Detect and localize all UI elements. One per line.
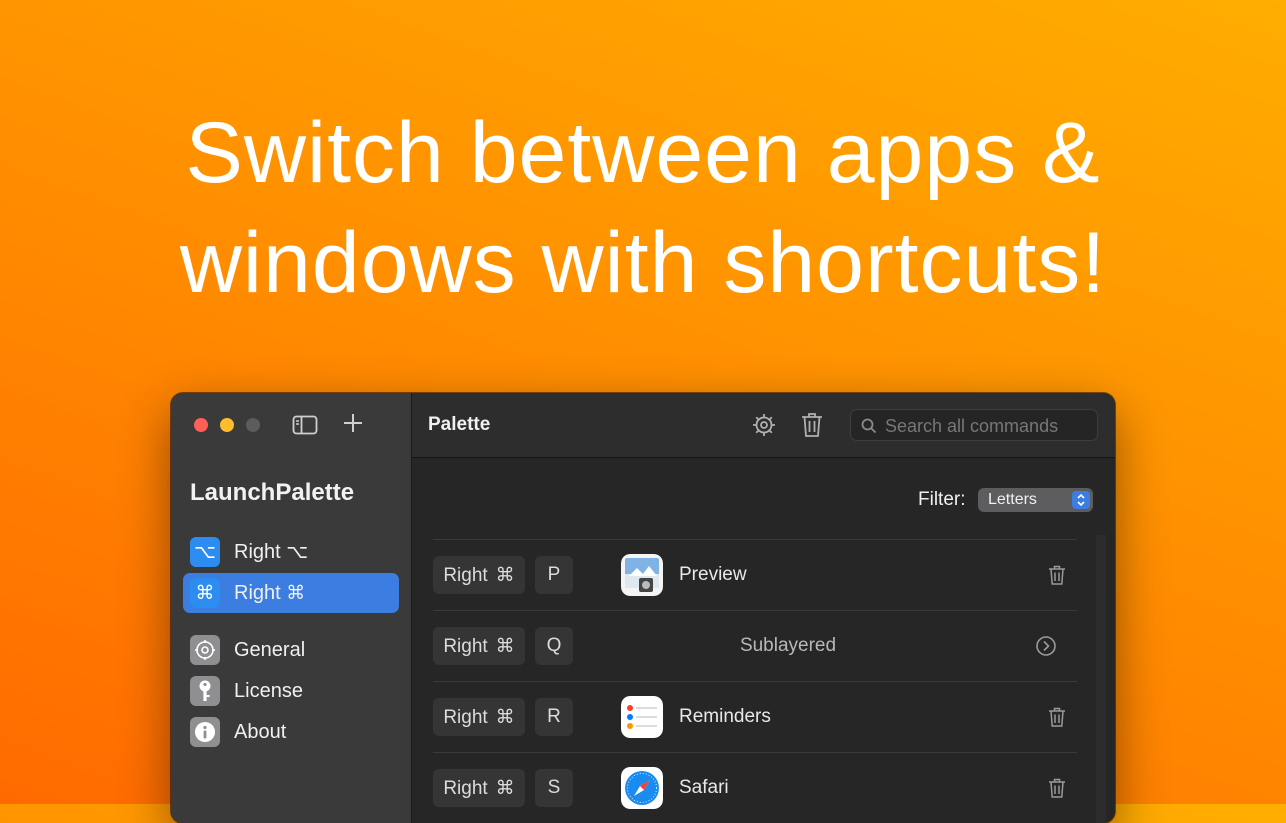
search-icon [861, 418, 877, 434]
sidebar-item-right-option[interactable]: ⌥ Right ⌥ [183, 532, 399, 572]
filter-select[interactable]: Letters [978, 488, 1093, 512]
main-panel: Palette Search all commands Filter: Lett… [412, 393, 1115, 823]
command-key-icon: ⌘ [190, 578, 220, 608]
trash-icon[interactable] [1047, 564, 1067, 586]
letter-key[interactable]: P [535, 556, 573, 594]
info-icon [190, 717, 220, 747]
preview-app-icon [621, 554, 663, 596]
search-input[interactable] [883, 414, 1093, 438]
sidebar-item-general[interactable]: General [183, 630, 399, 670]
safari-app-icon [621, 767, 663, 809]
shortcut-row[interactable]: Right ⌘ S Safari [433, 752, 1077, 823]
letter-key[interactable]: Q [535, 627, 573, 665]
modifier-key[interactable]: Right ⌘ [433, 556, 525, 594]
shortcut-row[interactable]: Right ⌘ R Reminders [433, 681, 1077, 752]
option-key-icon: ⌥ [190, 537, 220, 567]
sidebar-item-label: About [234, 720, 287, 743]
letter-key[interactable]: R [535, 698, 573, 736]
plus-icon[interactable] [341, 411, 365, 435]
sidebar-item-label: License [234, 679, 303, 702]
sidebar-item-about[interactable]: About [183, 712, 399, 752]
app-title: LaunchPalette [190, 479, 355, 506]
headline-line-2: windows with shortcuts! [179, 215, 1107, 311]
shortcut-row[interactable]: Right ⌘ P Preview [433, 539, 1077, 610]
sidebar: LaunchPalette ⌥ Right ⌥ ⌘ Right ⌘ Genera… [171, 393, 412, 823]
shortcut-list: Right ⌘ P Preview Right ⌘ Q Sublayered R… [433, 539, 1077, 823]
sidebar-item-label: Right ⌘ [234, 581, 306, 604]
modifier-key[interactable]: Right ⌘ [433, 698, 525, 736]
chevron-right-circle-icon[interactable] [1035, 635, 1057, 657]
shortcut-row[interactable]: Right ⌘ Q Sublayered [433, 610, 1077, 681]
app-name: Preview [679, 564, 747, 585]
trash-icon[interactable] [799, 411, 825, 439]
sidebar-toggle-icon[interactable] [292, 414, 318, 436]
letter-key[interactable]: S [535, 769, 573, 807]
search-field[interactable] [850, 409, 1098, 441]
headline: Switch between apps & windows with short… [0, 98, 1286, 318]
page-title: Palette [428, 414, 491, 435]
sidebar-item-label: General [234, 638, 306, 661]
minimize-window-button[interactable] [220, 418, 234, 432]
reminders-app-icon [621, 696, 663, 738]
app-name: Safari [679, 777, 729, 798]
key-icon [190, 676, 220, 706]
modifier-key[interactable]: Right ⌘ [433, 769, 525, 807]
sublayer-name: Sublayered [739, 635, 837, 656]
sidebar-item-license[interactable]: License [183, 671, 399, 711]
scrollbar[interactable] [1096, 535, 1106, 823]
gear-icon[interactable] [751, 412, 777, 438]
chevron-updown-icon [1072, 491, 1090, 509]
headline-line-1: Switch between apps & [185, 105, 1101, 201]
close-window-button[interactable] [194, 418, 208, 432]
zoom-window-button[interactable] [246, 418, 260, 432]
modifier-key[interactable]: Right ⌘ [433, 627, 525, 665]
sidebar-item-right-command[interactable]: ⌘ Right ⌘ [183, 573, 399, 613]
app-window: LaunchPalette ⌥ Right ⌥ ⌘ Right ⌘ Genera… [171, 393, 1115, 823]
app-name: Reminders [679, 706, 771, 727]
toolbar: Palette [412, 393, 1115, 458]
trash-icon[interactable] [1047, 777, 1067, 799]
sidebar-item-label: Right ⌥ [234, 540, 309, 563]
filter-selected-value: Letters [988, 491, 1037, 508]
gear-icon [190, 635, 220, 665]
trash-icon[interactable] [1047, 706, 1067, 728]
filter-label: Filter: [918, 489, 966, 510]
